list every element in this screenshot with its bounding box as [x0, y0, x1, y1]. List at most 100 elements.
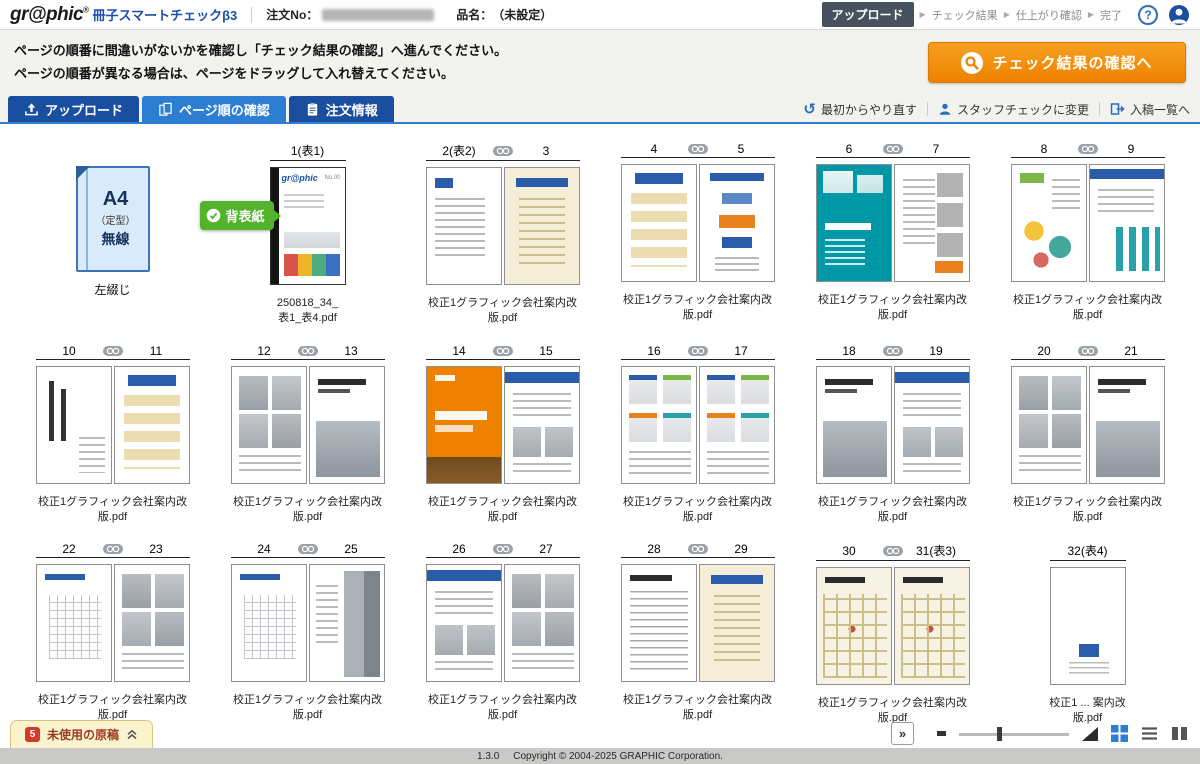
page-number: 15: [513, 344, 580, 358]
page-thumbnail[interactable]: [699, 164, 775, 282]
link-icon: [883, 144, 903, 154]
link-icon: [688, 144, 708, 154]
spread: 3031(表3)校正1グラフィック会社案内改版.pdf: [816, 542, 970, 726]
page-thumbnail[interactable]: [426, 564, 502, 682]
page-thumbnail[interactable]: [621, 366, 697, 484]
spine-badge-label: 背表紙: [226, 206, 265, 225]
spread-view-icon[interactable]: [1171, 726, 1188, 741]
page-thumbnail[interactable]: [894, 567, 970, 685]
page-thumbnail[interactable]: [816, 567, 892, 685]
page-thumbnail[interactable]: [621, 564, 697, 682]
page-thumbnail[interactable]: [816, 366, 892, 484]
page-thumbnail[interactable]: [231, 366, 307, 484]
page-number: 28: [621, 542, 688, 556]
page-thumbnail[interactable]: [621, 164, 697, 282]
grid-view-icon[interactable]: [1111, 725, 1128, 742]
list-view-icon[interactable]: [1141, 726, 1158, 741]
chevrons-up-icon: [126, 729, 138, 740]
page-numbers: 1819: [816, 344, 970, 360]
page-number: 6: [816, 142, 883, 156]
page-thumbnail[interactable]: [699, 366, 775, 484]
spread-filename: 校正1グラフィック会社案内改版.pdf: [1012, 495, 1164, 525]
page-thumbnail[interactable]: [504, 167, 580, 285]
page-thumbnail[interactable]: [1050, 567, 1126, 685]
page-thumbnail[interactable]: [114, 564, 190, 682]
spread-filename: 校正1グラフィック会社案内改版.pdf: [622, 293, 774, 323]
link-icon: [493, 346, 513, 356]
page-thumbnail[interactable]: [36, 564, 112, 682]
app-header: gr@phic® 冊子スマートチェックβ3 注文No： 品名： （未設定） アッ…: [0, 0, 1200, 30]
page-thumbnail-cover[interactable]: gr@phic No.00: [270, 167, 346, 285]
unused-count-badge: 5: [25, 727, 40, 742]
page-thumbnail[interactable]: [114, 366, 190, 484]
page-numbers: 2021: [1011, 344, 1165, 360]
page-number: 25: [318, 542, 385, 556]
spread: 45校正1グラフィック会社案内改版.pdf: [621, 142, 775, 326]
page-number: 7: [903, 142, 970, 156]
confirm-button-label: チェック結果の確認へ: [992, 52, 1152, 73]
page-numbers: 2627: [426, 542, 580, 558]
product-name-value: （未設定）: [492, 6, 552, 23]
page-thumbnail[interactable]: [231, 564, 307, 682]
page-thumbnail[interactable]: [426, 366, 502, 484]
page-numbers: 1415: [426, 344, 580, 360]
page-thumbnail[interactable]: [894, 366, 970, 484]
unused-drafts-label: 未使用の原稿: [47, 726, 119, 743]
page-number: 16: [621, 344, 688, 358]
page-thumbnail[interactable]: [816, 164, 892, 282]
page-thumbnail[interactable]: [309, 366, 385, 484]
page-thumbnail[interactable]: [504, 366, 580, 484]
tab-page-order[interactable]: ページ順の確認: [142, 96, 286, 122]
unused-drafts-tab[interactable]: 5 未使用の原稿: [10, 720, 153, 748]
expand-panel-button[interactable]: »: [891, 722, 914, 745]
page-thumbnail[interactable]: [1011, 366, 1087, 484]
page-numbers: 32(表4): [1050, 542, 1126, 561]
bottom-bar: 5 未使用の原稿 »: [0, 718, 1200, 748]
page-thumbnail[interactable]: [504, 564, 580, 682]
user-avatar-icon[interactable]: [1168, 4, 1190, 26]
clipboard-icon: [305, 102, 320, 117]
page-thumbnail[interactable]: [36, 366, 112, 484]
page-number: 30: [816, 544, 883, 558]
submission-list-link[interactable]: 入稿一覧へ: [1110, 101, 1190, 118]
spread: 89校正1グラフィック会社案内改版.pdf: [1011, 142, 1165, 326]
page-thumbnail[interactable]: [1089, 164, 1165, 282]
pages-icon: [158, 102, 173, 117]
breadcrumb-step: 仕上がり確認: [1016, 7, 1082, 23]
binding-method: 無線: [102, 229, 130, 249]
breadcrumb-arrow-icon: ▶: [1004, 10, 1010, 19]
breadcrumb-step: 完了: [1100, 7, 1122, 23]
page-thumbnail[interactable]: [426, 167, 502, 285]
upload-icon: [24, 102, 39, 117]
page-thumbnail[interactable]: [699, 564, 775, 682]
zoom-slider-handle[interactable]: [997, 727, 1002, 741]
zoom-slider[interactable]: [959, 727, 1069, 741]
spread: 2223校正1グラフィック会社案内改版.pdf: [36, 542, 190, 726]
link-icon: [298, 346, 318, 356]
page-number: 19: [903, 344, 970, 358]
tab-upload[interactable]: アップロード: [8, 96, 139, 122]
zoom-in-icon[interactable]: [1082, 727, 1098, 741]
page-thumbnail[interactable]: [1089, 366, 1165, 484]
restart-link[interactable]: ↺ 最初からやり直す: [803, 101, 917, 118]
page-thumbnail[interactable]: [894, 164, 970, 282]
page-order-panel: A4 （定型） 無線 左綴じ 1(表1) 背表紙 gr@phic: [0, 124, 1200, 748]
spread: 2021 校正1グラフィック会社案内改版.pdf: [1011, 344, 1165, 525]
restart-icon: ↺: [803, 102, 816, 117]
spread: 1213校正1グラフィック会社案内改版.pdf: [231, 344, 385, 525]
page-number: 27: [513, 542, 580, 556]
check-result-confirm-button[interactable]: チェック結果の確認へ: [928, 42, 1186, 83]
spread: 32(表4)校正1 ... 案内改版.pdf: [1047, 542, 1129, 726]
order-no-redacted: [322, 9, 434, 21]
staff-check-link[interactable]: スタッフチェックに変更: [938, 101, 1089, 118]
tab-order-info[interactable]: 注文情報: [289, 96, 394, 122]
page-thumbnail[interactable]: [1011, 164, 1087, 282]
view-controls: »: [891, 722, 1188, 745]
binding-info: A4 （定型） 無線 左綴じ: [76, 142, 150, 326]
page-number: 17: [708, 344, 775, 358]
page-thumbnail[interactable]: [309, 564, 385, 682]
zoom-out-icon[interactable]: [937, 731, 946, 736]
footer: 1.3.0 Copyright © 2004-2025 GRAPHIC Corp…: [0, 748, 1200, 764]
page-number: 8: [1011, 142, 1078, 156]
help-button[interactable]: ?: [1138, 5, 1158, 25]
